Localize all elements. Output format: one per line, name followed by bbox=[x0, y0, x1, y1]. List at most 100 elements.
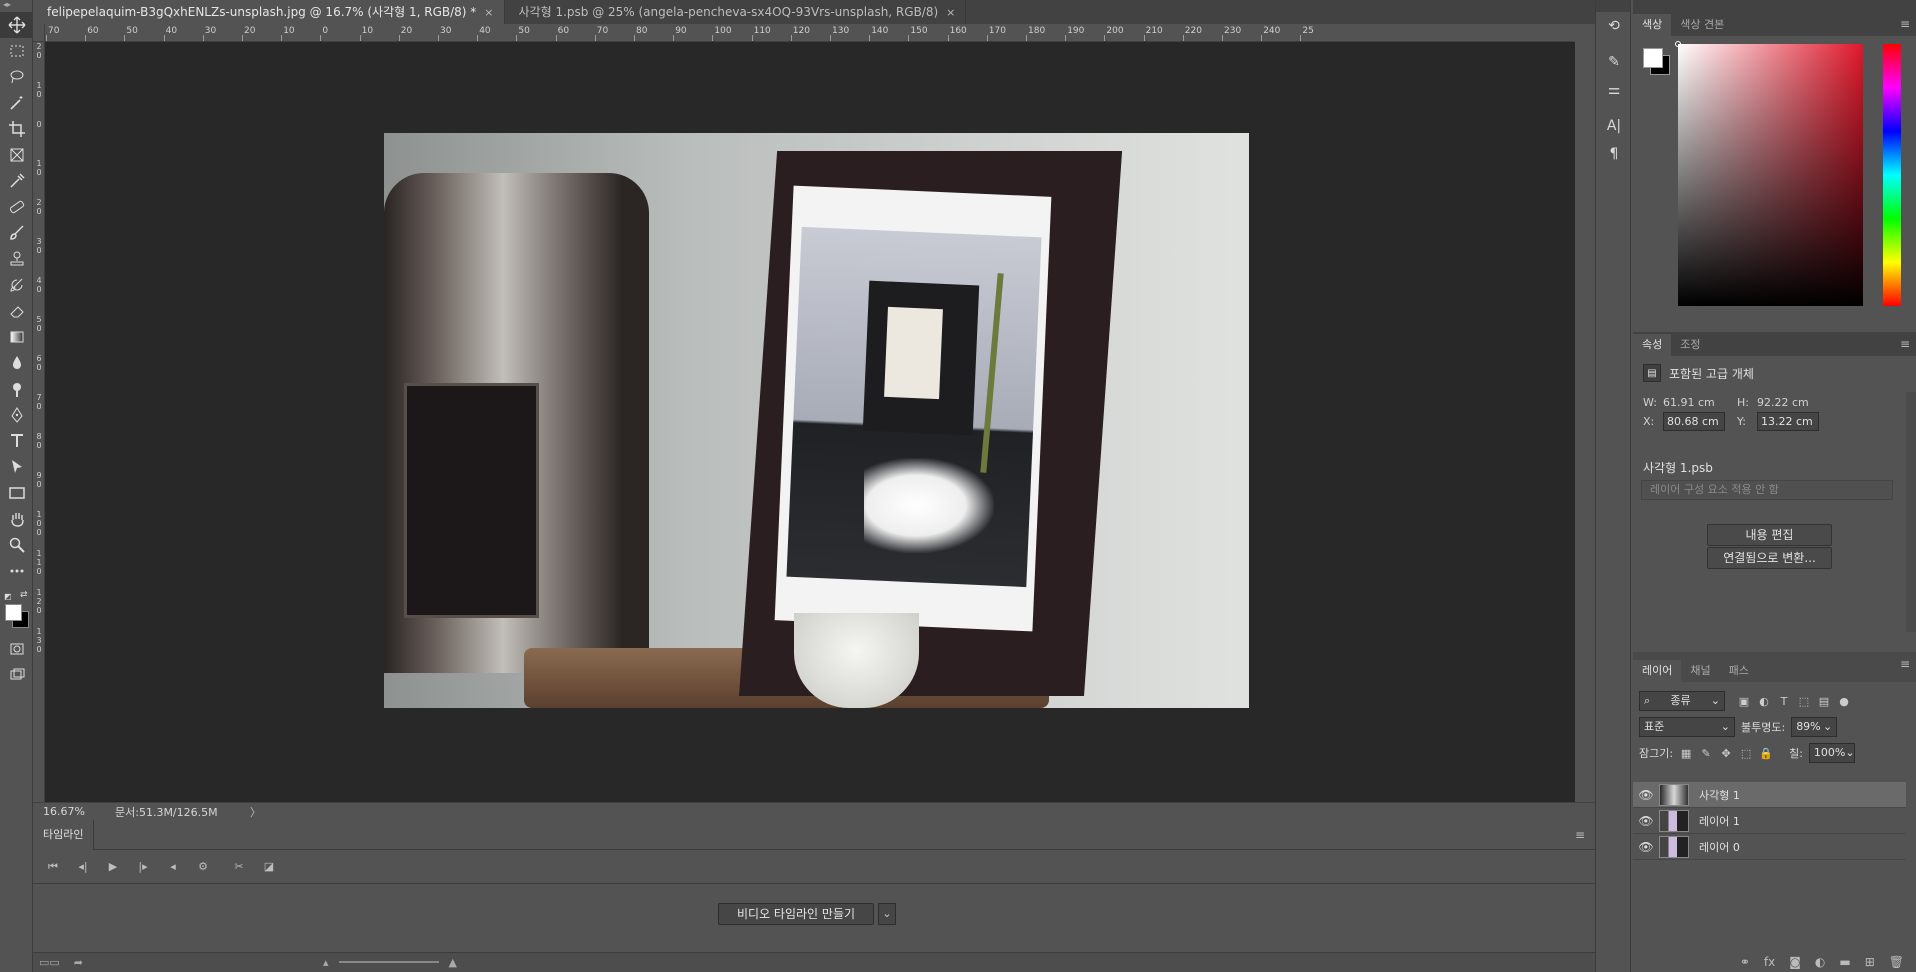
shape-filter-icon[interactable]: ⬚ bbox=[1797, 695, 1811, 708]
magic-wand-icon[interactable] bbox=[0, 90, 33, 116]
settings-gear-icon[interactable]: ⚙ bbox=[191, 856, 215, 878]
vertical-ruler[interactable]: 20100102030405060708090100110120130 bbox=[33, 42, 45, 802]
tab-properties[interactable]: 속성 bbox=[1633, 334, 1672, 356]
dodge-tool-icon[interactable] bbox=[0, 376, 33, 402]
blur-tool-icon[interactable] bbox=[0, 350, 33, 376]
new-layer-icon[interactable]: ⊞ bbox=[1865, 955, 1875, 969]
convert-to-linked-button[interactable]: 연결됨으로 변환... bbox=[1707, 547, 1832, 569]
foreground-color-swatch[interactable] bbox=[5, 604, 22, 621]
stamp-tool-icon[interactable] bbox=[0, 246, 33, 272]
path-selection-icon[interactable] bbox=[0, 454, 33, 480]
blend-mode-select[interactable]: 표준 ⌄ bbox=[1639, 717, 1735, 737]
fx-icon[interactable]: fx bbox=[1764, 955, 1775, 969]
panel-menu-icon[interactable]: ≡ bbox=[1900, 337, 1910, 351]
lock-pixels-icon[interactable]: ✎ bbox=[1699, 747, 1713, 760]
screen-mode-icon[interactable] bbox=[0, 662, 33, 688]
crop-tool-icon[interactable] bbox=[0, 116, 33, 142]
lock-position-icon[interactable]: ✥ bbox=[1719, 747, 1733, 760]
x-position-field[interactable]: 80.68 cm bbox=[1663, 412, 1725, 431]
tab-document-1[interactable]: felipepelaquim-B3gQxhENLZs-unsplash.jpg … bbox=[33, 0, 505, 24]
tab-timeline[interactable]: 타임라인 bbox=[33, 819, 95, 850]
timeline-zoom-slider[interactable]: ▴ ▲ bbox=[323, 956, 473, 969]
adjustments-sliders-icon[interactable]: ⚌ bbox=[1596, 76, 1632, 104]
panel-menu-icon[interactable]: ≡ bbox=[1575, 828, 1585, 842]
horizontal-ruler[interactable]: 70 60 50 40 30 20 10 0 10 20 30 40 50 60 70 80 90 100 110 1… bbox=[44, 24, 1574, 42]
pixel-filter-icon[interactable]: ▣ bbox=[1737, 695, 1751, 708]
default-colors-icon[interactable]: ◩ bbox=[4, 592, 12, 601]
eraser-icon[interactable] bbox=[0, 298, 33, 324]
status-menu-arrow-icon[interactable]: 〉 bbox=[250, 804, 261, 820]
history-icon[interactable]: ⟲ bbox=[1596, 12, 1632, 40]
layer-name[interactable]: 사각형 1 bbox=[1699, 787, 1740, 803]
next-frame-icon[interactable]: |▸ bbox=[131, 856, 155, 878]
add-mask-icon[interactable]: ◙ bbox=[1789, 955, 1801, 969]
lock-all-icon[interactable]: 🔒 bbox=[1759, 747, 1773, 760]
zoom-in-mountain-icon[interactable]: ▲ bbox=[449, 956, 457, 969]
marquee-tool-icon[interactable] bbox=[0, 38, 33, 64]
height-value[interactable]: 92.22 cm bbox=[1757, 396, 1809, 409]
lock-transparency-icon[interactable]: ▦ bbox=[1679, 747, 1693, 760]
zoom-out-mountain-icon[interactable]: ▴ bbox=[323, 956, 329, 969]
layer-filter-select[interactable]: ⌕ 종류 ⌄ bbox=[1639, 691, 1725, 711]
timeline-type-dropdown-icon[interactable]: ⌄ bbox=[878, 903, 897, 925]
brush-settings-icon[interactable]: ✎ bbox=[1596, 48, 1632, 76]
swap-colors-icon[interactable]: ⇄ bbox=[20, 590, 28, 600]
paragraph-icon[interactable]: ¶ bbox=[1596, 140, 1632, 168]
new-group-icon[interactable]: ▬ bbox=[1839, 955, 1850, 969]
gradient-icon[interactable] bbox=[0, 324, 33, 350]
collapse-toolbar-icon[interactable]: ◂▸ bbox=[0, 0, 32, 12]
layer-row[interactable]: 👁 사각형 1 bbox=[1633, 782, 1906, 808]
previous-frame-icon[interactable]: ◂| bbox=[71, 856, 95, 878]
create-video-timeline-button[interactable]: 비디오 타임라인 만들기 bbox=[718, 903, 875, 925]
ruler-origin[interactable] bbox=[33, 24, 45, 42]
quick-mask-icon[interactable] bbox=[0, 636, 33, 662]
rectangle-tool-icon[interactable] bbox=[0, 480, 33, 506]
first-frame-icon[interactable]: ⏮ bbox=[41, 856, 65, 878]
type-filter-icon[interactable]: T bbox=[1777, 695, 1791, 708]
hand-tool-icon[interactable] bbox=[0, 506, 33, 532]
frame-mode-icon[interactable]: ▭▭ bbox=[39, 956, 60, 969]
smart-object-filter-icon[interactable]: ▤ bbox=[1817, 695, 1831, 708]
adjustment-layer-icon[interactable]: ◐ bbox=[1815, 955, 1825, 969]
eyedropper-icon[interactable] bbox=[0, 168, 33, 194]
transition-icon[interactable]: ◪ bbox=[257, 856, 281, 878]
panel-menu-icon[interactable]: ≡ bbox=[1900, 657, 1910, 671]
history-brush-icon[interactable] bbox=[0, 272, 33, 298]
lock-artboard-icon[interactable]: ⬚ bbox=[1739, 747, 1753, 760]
pen-tool-icon[interactable] bbox=[0, 402, 33, 428]
scissors-icon[interactable]: ✂ bbox=[227, 856, 251, 878]
close-icon[interactable]: × bbox=[946, 6, 955, 19]
audio-icon[interactable]: ◂ bbox=[161, 856, 185, 878]
tab-document-2[interactable]: 사각형 1.psb @ 25% (angela-pencheva-sx4OQ-9… bbox=[504, 0, 967, 24]
hue-slider[interactable] bbox=[1883, 44, 1901, 306]
y-position-field[interactable]: 13.22 cm bbox=[1757, 412, 1819, 431]
slider-track[interactable] bbox=[338, 961, 439, 963]
edit-contents-button[interactable]: 내용 편집 bbox=[1707, 524, 1832, 546]
collapse-column-bar[interactable] bbox=[1596, 0, 1630, 12]
opacity-field[interactable]: 89% ⌄ bbox=[1791, 717, 1838, 737]
tab-paths[interactable]: 패스 bbox=[1720, 660, 1758, 682]
tab-color[interactable]: 색상 bbox=[1633, 14, 1672, 36]
healing-brush-icon[interactable] bbox=[0, 194, 33, 220]
zoom-tool-icon[interactable] bbox=[0, 532, 33, 558]
visibility-eye-icon[interactable]: 👁 bbox=[1633, 788, 1659, 802]
lasso-tool-icon[interactable] bbox=[0, 64, 33, 90]
color-picker-marker-icon[interactable] bbox=[1675, 41, 1681, 47]
layer-comp-select[interactable]: 레이어 구성 요소 적용 안 함 bbox=[1641, 480, 1893, 500]
fill-field[interactable]: 100% ⌄ bbox=[1808, 743, 1855, 763]
move-tool-icon[interactable] bbox=[0, 12, 33, 38]
tab-channels[interactable]: 채널 bbox=[1681, 660, 1719, 682]
visibility-eye-icon[interactable]: 👁 bbox=[1633, 840, 1659, 854]
frame-tool-icon[interactable] bbox=[0, 142, 33, 168]
character-icon[interactable]: A| bbox=[1596, 112, 1632, 140]
width-value[interactable]: 61.91 cm bbox=[1663, 396, 1715, 409]
color-field[interactable] bbox=[1678, 44, 1863, 306]
layer-name[interactable]: 레이어 1 bbox=[1699, 813, 1740, 829]
brush-tool-icon[interactable] bbox=[0, 220, 33, 246]
tab-swatches[interactable]: 색상 견본 bbox=[1671, 14, 1733, 36]
visibility-eye-icon[interactable]: 👁 bbox=[1633, 814, 1659, 828]
panel-menu-icon[interactable]: ≡ bbox=[1900, 17, 1910, 31]
type-tool-icon[interactable] bbox=[0, 428, 33, 454]
adjustment-filter-icon[interactable]: ◐ bbox=[1757, 695, 1771, 708]
trash-icon[interactable]: 🗑 bbox=[1889, 955, 1904, 969]
